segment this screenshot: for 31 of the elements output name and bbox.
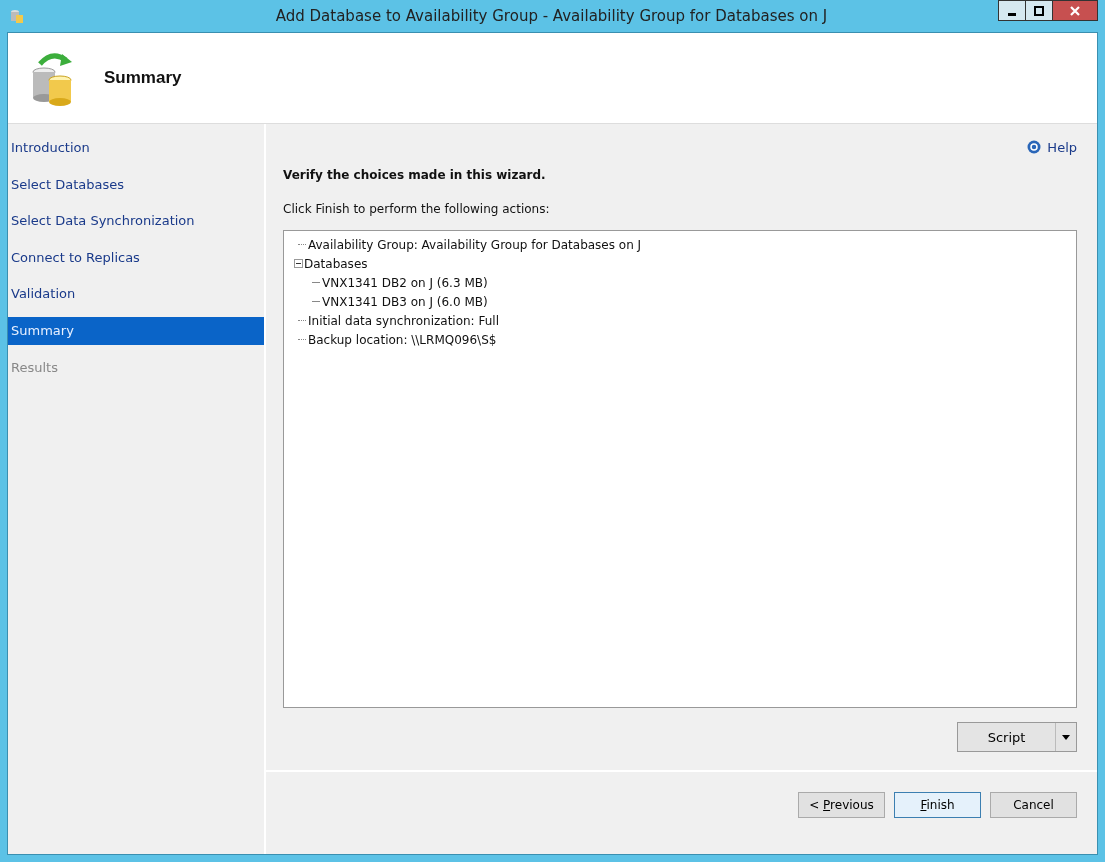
sidebar-item[interactable]: Select Databases [8, 170, 264, 199]
dropdown-arrow-icon[interactable] [1062, 734, 1070, 740]
wizard-button[interactable]: Finish [894, 792, 981, 818]
tree-item[interactable]: Databases [304, 256, 368, 271]
sidebar-item[interactable]: Introduction [8, 134, 264, 162]
tree-item[interactable]: Backup location: \\LRMQ096\S$ [308, 332, 497, 347]
sidebar-item[interactable]: Connect to Replicas [8, 243, 264, 272]
help-link[interactable]: Help [1027, 134, 1077, 160]
close-button[interactable] [1052, 0, 1098, 21]
sidebar-item[interactable]: Validation [8, 280, 264, 309]
tree-item[interactable]: Initial data synchronization: Full [308, 313, 499, 328]
tree-item[interactable]: Availability Group: Availability Group for Databases on J [308, 237, 642, 252]
collapse-icon[interactable] [294, 259, 303, 268]
window-title: Add Database to Availability Group - Availability Group for Databases on J [274, 7, 829, 25]
maximize-icon [1034, 5, 1044, 16]
wizard-button[interactable]: < Previous [798, 792, 885, 818]
page-title: Summary [104, 68, 182, 88]
heading: Verify the choices made in this wizard. [283, 168, 547, 182]
maximize-button[interactable] [1025, 0, 1053, 21]
sidebar-item[interactable]: Summary [8, 316, 264, 345]
minimize-icon [1008, 12, 1016, 16]
wizard-button[interactable]: Cancel [990, 792, 1077, 818]
help-icon [1027, 140, 1042, 154]
tree-item[interactable]: VNX1341 DB3 on J (6.0 MB) [322, 294, 488, 309]
instruction-text: Click Finish to perform the following actions: [283, 202, 551, 216]
tree-item[interactable]: VNX1341 DB2 on J (6.3 MB) [322, 275, 488, 290]
script-button[interactable]: Script [957, 722, 1077, 752]
database-icon [10, 8, 24, 24]
minimize-button[interactable] [998, 0, 1026, 21]
close-icon [1070, 5, 1080, 16]
sidebar-item[interactable]: Select Data Synchronization [8, 207, 264, 236]
